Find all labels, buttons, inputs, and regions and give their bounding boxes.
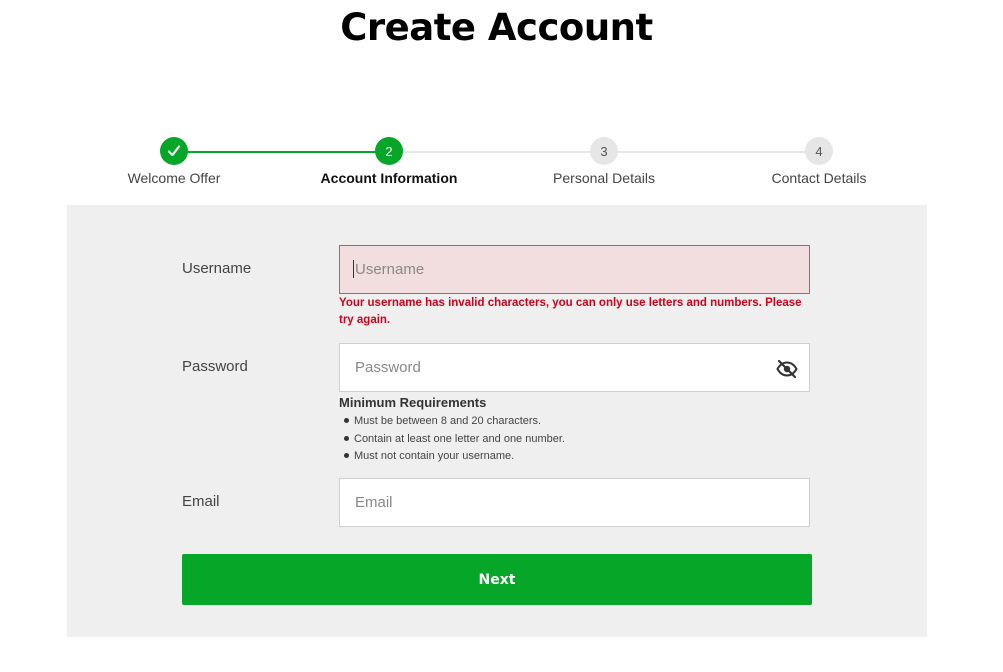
step-label: Account Information: [320, 170, 458, 186]
step-personal-details: 3 Personal Details: [514, 137, 694, 186]
step-complete-badge: [160, 137, 188, 165]
step-label: Contact Details: [771, 170, 867, 186]
requirement-text: Must not contain your username.: [354, 450, 515, 462]
email-label: Email: [182, 493, 220, 510]
step-contact-details: 4 Contact Details: [729, 137, 909, 186]
eye-slash-icon: [776, 359, 798, 379]
next-button[interactable]: Next: [182, 554, 812, 605]
username-error-message: Your username has invalid characters, yo…: [339, 297, 802, 326]
password-input[interactable]: [339, 343, 810, 392]
username-input[interactable]: [339, 245, 810, 294]
progress-stepper: Welcome Offer 2 Account Information 3 Pe…: [0, 0, 1003, 200]
step-account-information: 2 Account Information: [299, 137, 479, 186]
password-label: Password: [182, 358, 248, 375]
requirement-text: Contain at least one letter and one numb…: [354, 432, 565, 445]
checkmark-icon: [167, 145, 181, 157]
step-label: Welcome Offer: [127, 170, 221, 186]
step-number-badge: 4: [805, 137, 833, 165]
account-form-panel: Username Your username has invalid chara…: [67, 205, 927, 637]
username-label: Username: [182, 260, 252, 277]
bullet-icon: [344, 435, 349, 441]
step-number-badge: 2: [375, 137, 403, 165]
text-cursor: [353, 260, 354, 278]
email-input[interactable]: [339, 478, 810, 527]
list-item: Must not contain your username.: [339, 448, 565, 466]
toggle-password-visibility-button[interactable]: [775, 357, 799, 381]
step-label: Personal Details: [553, 170, 655, 186]
step-number-badge: 3: [590, 137, 618, 165]
bullet-icon: [344, 453, 349, 459]
list-item: Must be between 8 and 20 characters.: [339, 413, 565, 431]
list-item: Contain at least one letter and one numb…: [339, 431, 565, 449]
requirement-text: Must be between 8 and 20 characters.: [354, 415, 542, 427]
step-welcome-offer: Welcome Offer: [84, 137, 264, 186]
password-requirements-title: Minimum Requirements: [339, 395, 487, 410]
password-requirements-list: Must be between 8 and 20 characters. Con…: [339, 413, 565, 466]
bullet-icon: [344, 418, 349, 424]
